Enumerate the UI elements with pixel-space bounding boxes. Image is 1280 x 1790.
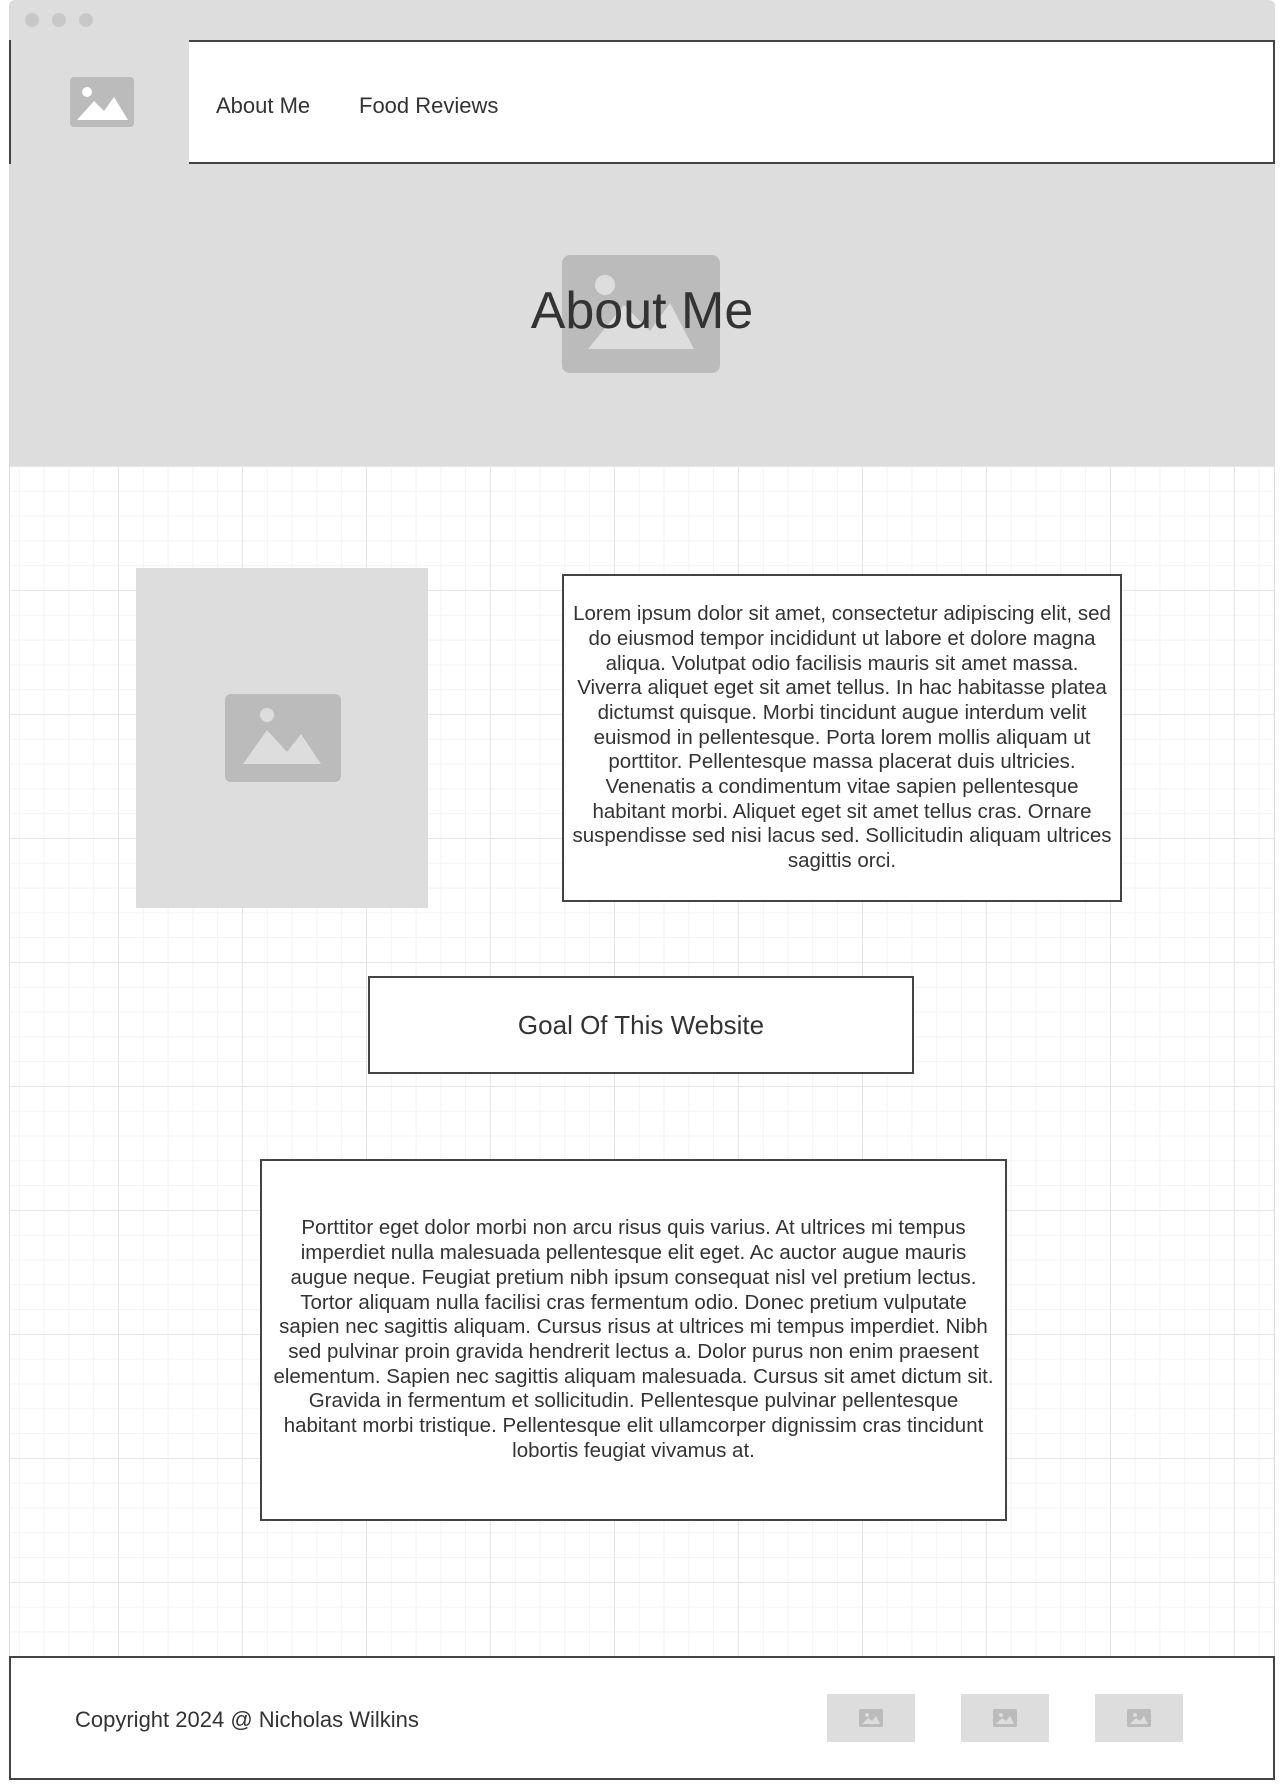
page-title: About Me: [530, 282, 754, 340]
site-header: About Me Food Reviews: [9, 40, 1275, 164]
copyright-text: Copyright 2024 @ Nicholas Wilkins: [75, 1707, 419, 1732]
social-link-1[interactable]: [827, 1694, 915, 1742]
goal-text-box: Porttitor eget dolor morbi non arcu risu…: [260, 1159, 1007, 1521]
hero-banner: About Me: [9, 164, 1275, 466]
goal-text: Porttitor eget dolor morbi non arcu risu…: [273, 1216, 994, 1462]
window-dot-close[interactable]: [25, 13, 39, 27]
goal-heading: Goal Of This Website: [517, 1009, 765, 1040]
image-placeholder-icon: [993, 1709, 1017, 1727]
window-dot-minimize[interactable]: [52, 13, 66, 27]
site-footer: Copyright 2024 @ Nicholas Wilkins: [9, 1656, 1275, 1780]
main-content: Lorem ipsum dolor sit amet, consectetur …: [9, 466, 1275, 1656]
window-titlebar: [9, 0, 1275, 40]
nav-bar: About Me Food Reviews: [189, 40, 1275, 164]
nav-link-about-me[interactable]: About Me: [216, 93, 310, 119]
goal-heading-box: Goal Of This Website: [368, 976, 914, 1074]
site-logo[interactable]: [9, 40, 189, 164]
image-placeholder-icon: [70, 77, 134, 127]
browser-window: About Me Food Reviews About Me Lorem ips…: [9, 0, 1275, 1786]
image-placeholder-icon: [859, 1709, 883, 1727]
bio-text-box: Lorem ipsum dolor sit amet, consectetur …: [562, 574, 1122, 902]
social-link-2[interactable]: [961, 1694, 1049, 1742]
bio-text: Lorem ipsum dolor sit amet, consectetur …: [572, 602, 1112, 873]
image-placeholder-icon: [1127, 1709, 1151, 1727]
profile-photo: [136, 568, 428, 908]
nav-link-food-reviews[interactable]: Food Reviews: [359, 93, 498, 119]
image-placeholder-icon: [225, 694, 341, 782]
social-link-3[interactable]: [1095, 1694, 1183, 1742]
window-dot-maximize[interactable]: [79, 13, 93, 27]
